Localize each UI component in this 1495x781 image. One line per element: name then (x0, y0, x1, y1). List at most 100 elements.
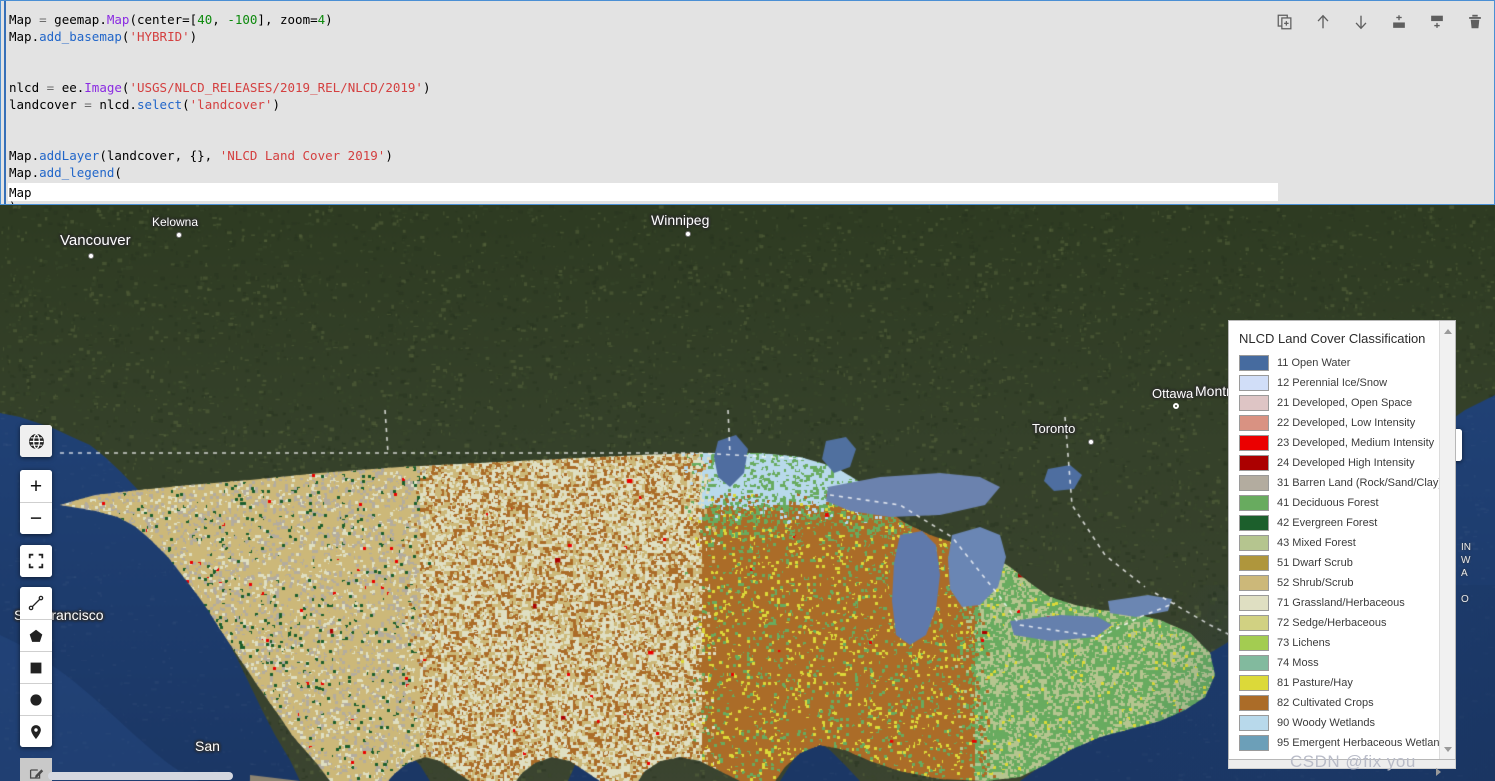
code-token: ( (114, 165, 122, 180)
legend-color-swatch (1239, 715, 1269, 731)
draw-tools-control[interactable] (20, 587, 52, 747)
code-token: 'NLCD Land Cover 2019' (219, 148, 386, 163)
code-token: (landcover, {}, (99, 148, 220, 163)
legend-label: 81 Pasture/Hay (1277, 677, 1353, 689)
legend-label: 51 Dwarf Scrub (1277, 557, 1353, 569)
output-horizontal-scroll-thumb[interactable] (48, 772, 233, 780)
code-token: 'landcover' (189, 97, 273, 112)
code-token: Map. (9, 165, 40, 180)
code-token: , (212, 12, 228, 27)
rectangle-icon[interactable] (20, 651, 52, 683)
insert-cell-below-icon[interactable] (1426, 11, 1448, 33)
legend-color-swatch (1239, 515, 1269, 531)
cell-selection-bar (1, 1, 6, 204)
cell-toolbar (1274, 9, 1486, 35)
legend-color-swatch (1239, 555, 1269, 571)
minus-icon: − (29, 507, 43, 530)
legend-scrollbar[interactable] (1439, 321, 1455, 759)
code-token: Map (9, 12, 40, 27)
legend-row: 12 Perennial Ice/Snow (1239, 373, 1455, 393)
legend-label: 31 Barren Land (Rock/Sand/Clay) (1277, 477, 1443, 489)
move-cell-up-icon[interactable] (1312, 11, 1334, 33)
code-line: nlcd = ee.Image('USGS/NLCD_RELEASES/2019… (9, 79, 1279, 96)
circle-icon[interactable] (20, 683, 52, 715)
legend-color-swatch (1239, 355, 1269, 371)
code-line: Map = geemap.Map(center=[40, -100], zoom… (9, 11, 1279, 28)
code-token: = (84, 97, 100, 112)
legend-color-swatch (1239, 655, 1269, 671)
legend-label: 24 Developed High Intensity (1277, 457, 1415, 469)
code-token: addLayer (39, 148, 100, 163)
code-token: nlcd (9, 80, 47, 95)
code-token: add_basemap (39, 29, 122, 44)
basemap-selector-control[interactable] (20, 425, 52, 457)
legend-label: 21 Developed, Open Space (1277, 397, 1413, 409)
code-token: Image (84, 80, 122, 95)
legend-row: 71 Grassland/Herbaceous (1239, 593, 1455, 613)
map-city-dot (685, 231, 691, 237)
fullscreen-icon[interactable] (20, 545, 52, 577)
code-token: ] (257, 12, 265, 27)
fullscreen-control[interactable] (20, 545, 52, 577)
legend-color-swatch (1239, 435, 1269, 451)
marker-icon[interactable] (20, 715, 52, 747)
insert-cell-above-icon[interactable] (1388, 11, 1410, 33)
code-line: Map.add_basemap('HYBRID') (9, 28, 1279, 45)
legend-row: 90 Woody Wetlands (1239, 713, 1455, 733)
legend-color-swatch (1239, 415, 1269, 431)
code-editor[interactable]: Map = geemap.Map(center=[40, -100], zoom… (9, 11, 1279, 204)
scroll-up-arrow-icon[interactable] (1440, 323, 1455, 339)
legend-row: 11 Open Water (1239, 353, 1455, 373)
legend-color-swatch (1239, 595, 1269, 611)
legend-row: 52 Shrub/Scrub (1239, 573, 1455, 593)
legend-row: 82 Cultivated Crops (1239, 693, 1455, 713)
code-line: landcover = nlcd.select('landcover') (9, 96, 1279, 113)
duplicate-cell-icon[interactable] (1274, 11, 1296, 33)
polygon-icon[interactable] (20, 619, 52, 651)
code-output-prompt-line (8, 183, 1278, 201)
legend-row: 72 Sedge/Herbaceous (1239, 613, 1455, 633)
move-cell-down-icon[interactable] (1350, 11, 1372, 33)
legend-color-swatch (1239, 495, 1269, 511)
code-token: ( (182, 97, 190, 112)
legend-label: 74 Moss (1277, 657, 1319, 669)
code-token: ) (189, 29, 198, 44)
map-city-dot (1173, 403, 1179, 409)
legend-row: 43 Mixed Forest (1239, 533, 1455, 553)
legend-title: NLCD Land Cover Classification (1239, 331, 1426, 346)
legend-row: 31 Barren Land (Rock/Sand/Clay) (1239, 473, 1455, 493)
legend-label: 72 Sedge/Herbaceous (1277, 617, 1387, 629)
legend-label: 90 Woody Wetlands (1277, 717, 1376, 729)
code-token: ee. (61, 80, 85, 95)
map-city-dot (88, 253, 94, 259)
legend-label: 23 Developed, Medium Intensity (1277, 437, 1435, 449)
polyline-icon[interactable] (20, 587, 52, 619)
code-token: geemap. (54, 12, 107, 27)
code-token: -100 (227, 12, 258, 27)
zoom-out-button[interactable]: − (20, 502, 52, 534)
code-token: add_legend (39, 165, 115, 180)
legend-label: 52 Shrub/Scrub (1277, 577, 1354, 589)
map-legend-panel[interactable]: NLCD Land Cover Classification 11 Open W… (1228, 320, 1456, 760)
zoom-control[interactable]: + − (20, 470, 52, 534)
scroll-down-arrow-icon[interactable] (1440, 741, 1455, 757)
code-token: = (39, 12, 55, 27)
globe-icon[interactable] (20, 425, 52, 457)
legend-label: 12 Perennial Ice/Snow (1277, 377, 1388, 389)
legend-label: 71 Grassland/Herbaceous (1277, 597, 1405, 609)
scroll-right-arrow-icon[interactable] (1434, 766, 1446, 778)
legend-color-swatch (1239, 375, 1269, 391)
legend-color-swatch (1239, 615, 1269, 631)
legend-color-swatch (1239, 475, 1269, 491)
delete-cell-icon[interactable] (1464, 11, 1486, 33)
zoom-in-button[interactable]: + (20, 470, 52, 502)
legend-color-swatch (1239, 735, 1269, 751)
code-token: = (46, 80, 62, 95)
legend-color-swatch (1239, 695, 1269, 711)
notebook-code-cell[interactable]: Map = geemap.Map(center=[40, -100], zoom… (0, 0, 1495, 205)
legend-color-swatch (1239, 675, 1269, 691)
map-city-dot (176, 232, 182, 238)
